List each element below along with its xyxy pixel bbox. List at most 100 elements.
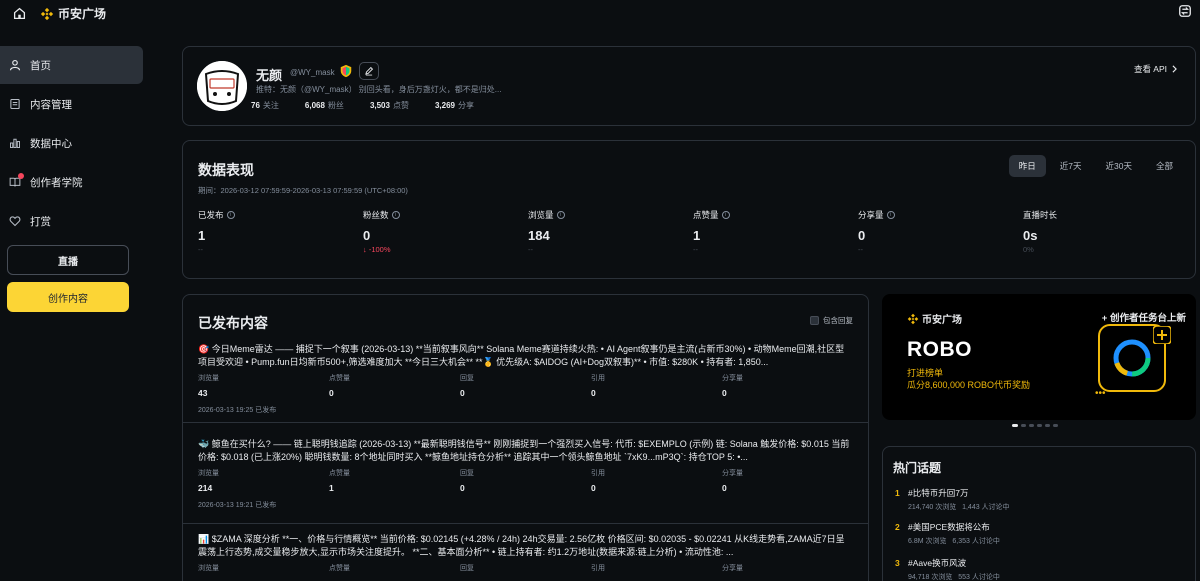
info-icon[interactable]: i [721, 211, 730, 219]
tab-30-days[interactable]: 近30天 [1096, 155, 1142, 177]
published-content-card: 已发布内容 包含回复 🎯 今日Meme雷达 —— 捕捉下一个叙事 (2026-0… [182, 294, 869, 581]
metric-change: 0% [1023, 245, 1034, 254]
sidebar-item-label: 打赏 [30, 215, 51, 228]
topic-rank: 1 [895, 488, 900, 498]
metric-change: -- [693, 245, 698, 254]
period-tabs: 昨日 近7天 近30天 全部 [1008, 155, 1183, 177]
checkbox[interactable] [810, 316, 819, 325]
sidebar-item-label: 首页 [30, 59, 51, 72]
stat-label: 回复 [460, 375, 474, 382]
topic-rank: 2 [895, 522, 900, 532]
stat-following[interactable]: 76 关注 [251, 100, 279, 111]
promo-banner[interactable]: 币安广场 + 创作者任务台上新 ROBO 打进榜单 瓜分8,600,000 RO… [882, 294, 1196, 420]
post-time: 2026-03-13 19:25 已发布 [198, 407, 277, 414]
metric-likes: 点赞量 i 1 -- [693, 209, 858, 254]
home-icon[interactable] [11, 5, 27, 21]
sidebar-item-tips[interactable]: 打赏 [0, 202, 143, 240]
post-item[interactable]: 🎯 今日Meme雷达 —— 捕捉下一个叙事 (2026-03-13) **当前叙… [183, 343, 868, 423]
stat-value: 43 [198, 388, 208, 398]
stat-followers[interactable]: 6,068 粉丝 [305, 100, 344, 111]
metric-followers: 粉丝数 i 0 ↓ -100% [363, 209, 528, 254]
profile-stats: 76 关注 6,068 粉丝 3,503 点赞 3,269 分享 [251, 100, 500, 111]
avatar[interactable] [197, 61, 247, 111]
view-api-link[interactable]: 查看 API [1134, 63, 1178, 75]
post-item[interactable]: 📊 $ZAMA 深度分析 **一、价格与行情概览** 当前价格: $0.0214… [183, 533, 868, 581]
post-text[interactable]: 🐳 鲸鱼在买什么? —— 链上聪明钱追踪 (2026-03-13) **最新聪明… [198, 438, 853, 464]
metric-value: 0 [363, 228, 371, 243]
decor-dots: ••• [1095, 388, 1106, 399]
stat-label: 回复 [460, 565, 474, 572]
info-icon[interactable]: i [226, 211, 235, 219]
metric-value: 0 [858, 228, 866, 243]
metric-change: ↓ -100% [363, 245, 391, 254]
tab-all[interactable]: 全部 [1146, 155, 1183, 177]
sidebar-item-home[interactable]: 首页 [0, 46, 143, 84]
data-performance-card: 数据表现 期间：2026-03-12 07:59:59-2026-03-13 0… [182, 140, 1196, 279]
edit-profile-button[interactable] [359, 62, 379, 80]
post-text[interactable]: 🎯 今日Meme雷达 —— 捕捉下一个叙事 (2026-03-13) **当前叙… [198, 343, 853, 369]
exchange-icon[interactable] [1178, 4, 1194, 20]
section-title: 数据表现 [198, 162, 254, 178]
carousel-dot[interactable] [1045, 424, 1050, 427]
create-content-button[interactable]: 创作内容 [7, 282, 129, 312]
live-button[interactable]: 直播 [7, 245, 129, 275]
stat-value: 0 [722, 483, 727, 493]
stat-label: 浏览量 [198, 565, 219, 572]
metric-label: 浏览量 [528, 210, 554, 220]
carousel-dot[interactable] [1053, 424, 1058, 427]
stat-value: 0 [591, 388, 596, 398]
plus-icon [1153, 326, 1171, 344]
topic-name: #美国PCE数据将公布 [908, 522, 990, 532]
metric-value: 0s [1023, 228, 1038, 243]
carousel-dot[interactable] [1021, 424, 1026, 427]
sidebar-item-academy[interactable]: 创作者学院 [0, 163, 143, 201]
stat-label: 引用 [591, 565, 605, 572]
sidebar-item-content[interactable]: 内容管理 [0, 85, 143, 123]
stat-label: 分享量 [722, 470, 743, 477]
profile-name: 无颜 [256, 68, 283, 83]
bar-chart-icon [8, 136, 22, 150]
tab-yesterday[interactable]: 昨日 [1008, 155, 1046, 177]
stat-label: 浏览量 [198, 470, 219, 477]
include-replies-toggle[interactable]: 包含回复 [810, 315, 853, 326]
topic-item[interactable]: 3 #Aave换币风波 94,718 次浏览 553 人讨论中 [895, 557, 1185, 581]
stat-label: 分享量 [722, 565, 743, 572]
metric-label: 直播时长 [1023, 210, 1058, 220]
profile-card: 无颜 @WY_mask 推特：无颜（@WY_mask） 别回头看，身后万盏灯火，… [182, 46, 1196, 126]
app-logo[interactable]: 币安广场 [40, 5, 106, 22]
carousel-dot[interactable] [1037, 424, 1042, 427]
topic-name: #比特币升回7万 [908, 488, 969, 498]
metric-value: 1 [198, 228, 206, 243]
metric-label: 分享量 [858, 210, 884, 220]
sidebar-item-data-center[interactable]: 数据中心 [0, 124, 143, 162]
stat-label: 分享量 [722, 375, 743, 382]
metric-change: -- [858, 245, 863, 254]
banner-title: ROBO [907, 338, 972, 361]
carousel-dot[interactable] [1012, 424, 1018, 427]
metric-shares: 分享量 i 0 -- [858, 209, 1023, 254]
metric-label: 已发布 [198, 210, 224, 220]
info-icon[interactable]: i [391, 211, 400, 219]
metric-views: 浏览量 i 184 -- [528, 209, 693, 254]
info-icon[interactable]: i [556, 211, 565, 219]
topic-item[interactable]: 1 #比特币升回7万 214,740 次浏览 1,443 人讨论中 [895, 487, 1185, 512]
post-stats: 浏览量 43 点赞量 0 回复 0 引用 0 分享量 0 [198, 373, 853, 398]
stat-value: 1 [329, 483, 334, 493]
stat-label: 引用 [591, 470, 605, 477]
metric-label: 粉丝数 [363, 210, 389, 220]
metric-change: -- [528, 245, 533, 254]
tab-7-days[interactable]: 近7天 [1050, 155, 1092, 177]
stat-value: 0 [591, 483, 596, 493]
metric-label: 点赞量 [693, 210, 719, 220]
stat-label: 浏览量 [198, 375, 219, 382]
info-icon[interactable]: i [886, 211, 895, 219]
carousel-dot[interactable] [1029, 424, 1034, 427]
post-stats: 浏览量 214 点赞量 1 回复 0 引用 0 分享量 0 [198, 468, 853, 493]
sidebar-item-label: 数据中心 [30, 137, 72, 150]
topic-item[interactable]: 2 #美国PCE数据将公布 6.8M 次浏览 6,353 人讨论中 [895, 521, 1185, 546]
topic-name: #Aave换币风波 [908, 558, 967, 568]
user-icon [8, 58, 22, 72]
top-bar: 币安广场 [0, 0, 1200, 26]
post-item[interactable]: 🐳 鲸鱼在买什么? —— 链上聪明钱追踪 (2026-03-13) **最新聪明… [183, 438, 868, 524]
post-text[interactable]: 📊 $ZAMA 深度分析 **一、价格与行情概览** 当前价格: $0.0214… [198, 533, 853, 559]
